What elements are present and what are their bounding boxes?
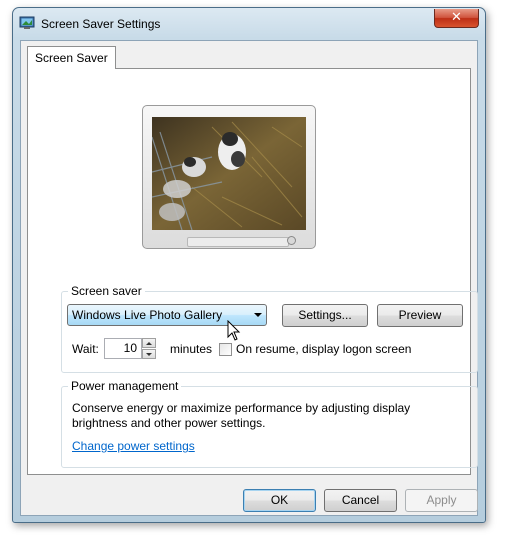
stepper-up-button[interactable] — [142, 338, 156, 348]
close-button[interactable]: ✕ — [434, 9, 479, 28]
cancel-button[interactable]: Cancel — [324, 489, 397, 512]
resume-logon-label[interactable]: On resume, display logon screen — [236, 342, 411, 356]
preview-button[interactable]: Preview — [377, 304, 463, 327]
monitor-base — [187, 237, 289, 247]
power-management-group: Power management Conserve energy or maxi… — [61, 379, 478, 468]
chevron-up-icon — [146, 342, 152, 345]
apply-button[interactable]: Apply — [405, 489, 478, 512]
settings-button[interactable]: Settings... — [282, 304, 368, 327]
tab-screen-saver[interactable]: Screen Saver — [27, 46, 116, 69]
mouse-pointer-icon — [227, 320, 241, 341]
ok-button[interactable]: OK — [243, 489, 316, 512]
screen-saver-selected: Windows Live Photo Gallery — [72, 308, 223, 322]
resume-logon-checkbox[interactable] — [219, 343, 232, 356]
wait-label: Wait: — [72, 342, 99, 356]
screen-saver-settings-window: Screen Saver Settings ✕ Screen Saver Scr… — [12, 7, 486, 523]
stepper-down-button[interactable] — [142, 349, 156, 359]
monitor-preview — [142, 105, 316, 249]
close-icon: ✕ — [451, 10, 462, 25]
chevron-down-icon — [254, 313, 262, 317]
wait-minutes-input[interactable]: 10 — [104, 338, 142, 359]
chevron-down-icon — [146, 353, 152, 356]
minutes-label: minutes — [170, 342, 213, 356]
title-bar[interactable]: Screen Saver Settings ✕ — [13, 8, 485, 38]
display-settings-icon — [19, 16, 35, 29]
power-management-group-label: Power management — [68, 379, 182, 393]
screen-saver-group: Screen saver Windows Live Photo Gallery … — [61, 284, 478, 373]
screen-saver-tab-panel: Screen saver Windows Live Photo Gallery … — [27, 68, 478, 475]
screen-saver-group-label: Screen saver — [68, 284, 145, 298]
change-power-settings-link[interactable]: Change power settings — [72, 439, 195, 453]
wait-minutes-stepper — [142, 338, 156, 359]
window-title: Screen Saver Settings — [41, 17, 161, 31]
screen-saver-preview-image — [152, 117, 306, 230]
power-description: Conserve energy or maximize performance … — [72, 401, 411, 430]
power-button-icon — [287, 236, 296, 245]
dialog-client-area: Screen Saver Screen saver Windows Live P… — [20, 40, 478, 516]
